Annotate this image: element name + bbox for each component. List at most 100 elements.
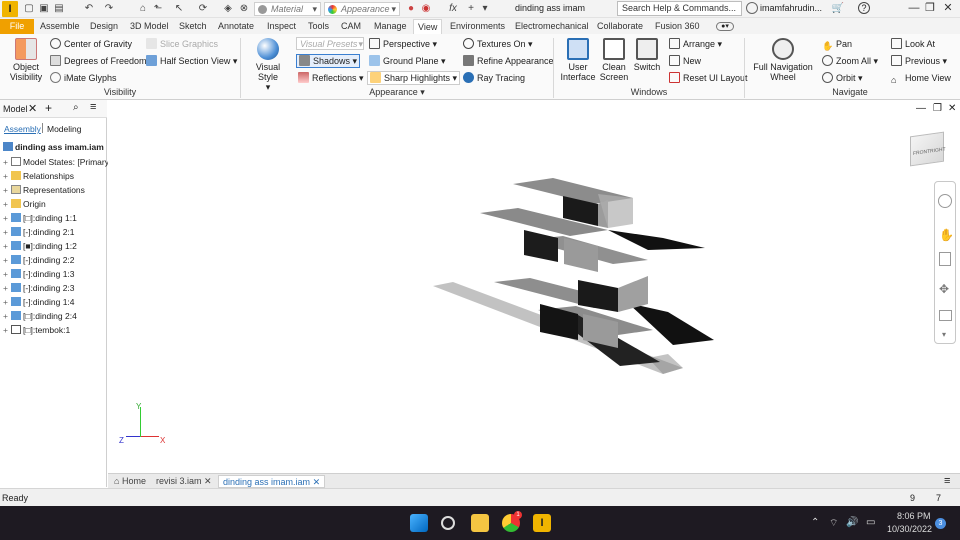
tree-item-part[interactable]: + [-]:dinding 1:4: [3, 297, 75, 307]
help-icon[interactable]: ?: [858, 2, 870, 14]
visual-presets-select[interactable]: Visual Presets ▾: [296, 37, 364, 50]
tree-root[interactable]: dinding ass imam.iam: [3, 142, 104, 152]
customize-nav-icon[interactable]: ▾: [942, 330, 946, 339]
look-at-icon[interactable]: [939, 310, 952, 321]
viewport-restore-button[interactable]: ❐: [933, 103, 942, 114]
look-at-button[interactable]: Look At: [891, 38, 935, 50]
reflections-button[interactable]: Reflections ▾: [298, 72, 364, 84]
tab-assemble[interactable]: Assemble: [36, 19, 84, 34]
wifi-icon[interactable]: ⌔: [829, 517, 838, 530]
home-view-button[interactable]: ⌂ Home View: [891, 72, 951, 85]
viewcube-right-label[interactable]: RIGHT: [930, 146, 946, 154]
material-select[interactable]: Material ▾: [254, 2, 321, 16]
object-visibility-button[interactable]: Object Visibility: [6, 38, 46, 82]
tabs-menu-icon[interactable]: ≡: [944, 475, 950, 487]
tab-design[interactable]: Design: [86, 19, 122, 34]
tree-item-origin[interactable]: + Origin: [3, 199, 46, 209]
inventor-taskbar-icon[interactable]: I: [533, 514, 551, 532]
ground-plane-button[interactable]: Ground Plane ▾: [369, 55, 446, 67]
viewcube-front-label[interactable]: FRONT: [913, 149, 930, 157]
graphics-viewport[interactable]: Y X Z — ❐ ✕ FRONT RIGHT: [108, 100, 960, 473]
add-browser-icon[interactable]: +: [45, 101, 52, 115]
zoom-all-button[interactable]: Zoom All ▾: [822, 55, 878, 67]
start-icon[interactable]: [410, 514, 428, 532]
shadows-button[interactable]: Shadows ▾: [296, 54, 361, 68]
appearance-select[interactable]: Appearance ▾: [324, 2, 400, 16]
pan-icon[interactable]: ✋: [939, 228, 954, 242]
close-button[interactable]: ✕: [940, 1, 956, 17]
view-cube[interactable]: FRONT RIGHT: [910, 131, 946, 167]
tab-electromechanical[interactable]: Electromechanical: [511, 19, 593, 34]
tab-assembly[interactable]: Assembly: [4, 124, 41, 134]
show-hidden-icons[interactable]: ⌃: [811, 517, 819, 528]
search-icon[interactable]: ⌕: [73, 102, 79, 113]
update-icon[interactable]: ⟳: [196, 2, 210, 16]
close-tab-icon[interactable]: ✕: [204, 476, 212, 486]
steering-wheel-icon[interactable]: [938, 194, 952, 208]
clean-screen-button[interactable]: Clean Screen: [599, 38, 629, 82]
undo-icon[interactable]: ↶: [82, 2, 96, 16]
fx-parameters-icon[interactable]: fx: [446, 2, 460, 16]
pan-button[interactable]: ✋ Pan: [822, 38, 852, 51]
ray-tracing-button[interactable]: Ray Tracing: [463, 72, 525, 84]
user-avatar-icon[interactable]: [746, 2, 758, 14]
tab-revisi-3[interactable]: revisi 3.iam ✕: [152, 475, 216, 488]
slice-graphics-button[interactable]: Slice Graphics: [146, 38, 218, 50]
tab-sketch[interactable]: Sketch: [175, 19, 211, 34]
tree-item-model-states[interactable]: + Model States: [Primary]: [3, 157, 111, 167]
tree-item-part[interactable]: + [-]:dinding 2:3: [3, 283, 75, 293]
inventor-logo-icon[interactable]: I: [2, 1, 18, 17]
textures-on-button[interactable]: Textures On ▾: [463, 38, 533, 50]
clear-icon[interactable]: ⊗: [237, 2, 251, 16]
full-navigation-wheel-button[interactable]: Full Navigation Wheel: [752, 38, 814, 82]
shelf-model[interactable]: [108, 100, 960, 473]
search-help-input[interactable]: Search Help & Commands...: [617, 1, 742, 16]
degrees-of-freedom-button[interactable]: Degrees of Freedom: [50, 55, 147, 67]
user-interface-button[interactable]: User Interface: [558, 38, 598, 82]
tab-file[interactable]: File: [0, 19, 34, 34]
new-window-button[interactable]: New: [669, 55, 701, 67]
center-of-gravity-button[interactable]: Center of Gravity: [50, 38, 132, 50]
tree-item-part[interactable]: + [-]:dinding 2:2: [3, 255, 75, 265]
tab-dinding-ass-imam[interactable]: dinding ass imam.iam ✕: [218, 475, 326, 488]
redo-icon[interactable]: ↷: [102, 2, 116, 16]
close-browser-icon[interactable]: ✕: [28, 102, 37, 115]
battery-icon[interactable]: ▭: [866, 517, 875, 528]
tab-fusion-360[interactable]: Fusion 360: [651, 19, 704, 34]
color-override-icon[interactable]: ●: [404, 2, 418, 16]
customize-qat-icon[interactable]: ▾: [478, 2, 492, 16]
zoom-icon[interactable]: [939, 252, 951, 266]
appearance-panel-title[interactable]: Appearance ▾: [241, 87, 553, 98]
select-icon[interactable]: ↖: [172, 2, 186, 16]
switch-button[interactable]: Switch: [631, 38, 663, 72]
tree-item-part[interactable]: + [□]:dinding 1:1: [3, 213, 77, 223]
user-name[interactable]: imamfahrudin...: [760, 3, 822, 13]
tab-tools[interactable]: Tools: [304, 19, 333, 34]
tab-collaborate[interactable]: Collaborate: [593, 19, 647, 34]
viewport-close-button[interactable]: ✕: [948, 103, 956, 114]
add-icon[interactable]: +: [464, 2, 478, 16]
refine-appearance-button[interactable]: Refine Appearance: [463, 55, 554, 67]
appearance-override-icon[interactable]: ◈: [221, 2, 235, 16]
tab-cam[interactable]: CAM: [337, 19, 365, 34]
clock-date[interactable]: 10/30/2022: [887, 524, 932, 534]
clear-appearance-icon[interactable]: ◉: [419, 2, 433, 16]
search-icon[interactable]: [441, 516, 455, 530]
reset-ui-layout-button[interactable]: Reset UI Layout: [669, 72, 748, 84]
tab-inspect[interactable]: Inspect: [263, 19, 300, 34]
tab-3d-model[interactable]: 3D Model: [126, 19, 173, 34]
perspective-button[interactable]: Perspective ▾: [369, 38, 437, 50]
minimize-button[interactable]: —: [906, 1, 922, 17]
return-icon[interactable]: ⬑: [151, 2, 165, 16]
new-file-icon[interactable]: ▢: [22, 2, 36, 16]
notification-badge[interactable]: 3: [935, 518, 946, 529]
clock-time[interactable]: 8:06 PM: [897, 511, 931, 521]
save-icon[interactable]: ▤: [52, 2, 66, 16]
close-tab-icon[interactable]: ✕: [313, 477, 321, 487]
visual-style-button[interactable]: Visual Style ▾: [245, 38, 291, 92]
restore-button[interactable]: ❐: [922, 1, 938, 17]
tab-environments[interactable]: Environments: [446, 19, 509, 34]
tab-view[interactable]: View: [413, 19, 443, 34]
arrange-button[interactable]: Arrange ▾: [669, 38, 722, 50]
volume-icon[interactable]: 🔊: [846, 517, 858, 528]
